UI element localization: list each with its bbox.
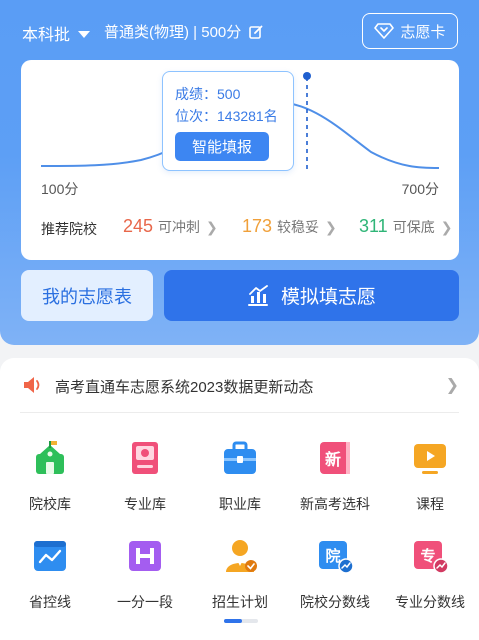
grid-item-major-score-line[interactable]: 专 专业分数线 xyxy=(382,538,478,618)
grid-item-course[interactable]: 课程 xyxy=(382,440,478,520)
grid-item-score-segment[interactable]: 一分一段 xyxy=(97,538,193,618)
grid-label: 院校库 xyxy=(29,496,71,512)
tooltip-score: 成绩：500 xyxy=(175,86,241,102)
grid-label: 院校分数线 xyxy=(300,594,370,610)
grid-label: 职业库 xyxy=(219,496,261,512)
recommend-reach[interactable]: 245 可冲刺 ❯ xyxy=(123,216,218,237)
grid-label: 课程 xyxy=(416,496,444,512)
volunteer-card-label: 志愿卡 xyxy=(400,23,446,41)
batch-label: 本科批 xyxy=(22,27,71,44)
admission-plan-icon xyxy=(226,540,257,572)
grid-label: 一分一段 xyxy=(117,594,173,610)
recommend-stable[interactable]: 173 较稳妥 ❯ xyxy=(242,216,337,237)
batch-dropdown[interactable]: 本科批 xyxy=(22,21,91,45)
grid-label: 省控线 xyxy=(29,594,71,610)
course-play-icon xyxy=(414,444,446,474)
stable-count: 173 xyxy=(242,216,273,236)
chevron-right-icon: ❯ xyxy=(440,219,453,235)
svg-text:院: 院 xyxy=(325,547,340,565)
briefcase-icon xyxy=(224,441,256,474)
chevron-right-icon: ❯ xyxy=(445,377,459,394)
profile-summary[interactable]: 普通类(物理) | 500分 xyxy=(104,21,263,42)
score-tooltip: 成绩：500 位次：143281名 智能填报 xyxy=(162,71,294,171)
province-line-chart-icon xyxy=(34,541,66,571)
x-axis-max-label: 700分 xyxy=(401,181,439,197)
grid-item-major[interactable]: 专业库 xyxy=(97,440,193,520)
major-book-icon xyxy=(132,442,158,474)
college-score-line-icon: 院 xyxy=(319,541,353,574)
recommend-label: 推荐院校 xyxy=(41,221,97,237)
reach-label: 可冲刺 xyxy=(158,219,201,235)
svg-text:新: 新 xyxy=(325,450,341,469)
chevron-right-icon: ❯ xyxy=(325,219,337,235)
grid-item-new-subject[interactable]: 新 新高考选科 xyxy=(287,440,383,520)
reach-count: 245 xyxy=(123,216,154,236)
grid-item-province-line[interactable]: 省控线 xyxy=(2,538,98,618)
x-axis-min-label: 100分 xyxy=(41,181,79,197)
page-indicator-active xyxy=(224,619,242,623)
grid-label: 专业库 xyxy=(124,496,166,512)
score-marker-dot xyxy=(303,72,311,80)
volunteer-card-button[interactable]: 志愿卡 xyxy=(362,13,458,49)
recommend-safe[interactable]: 311 可保底 ❯ xyxy=(359,216,452,237)
new-subject-icon: 新 xyxy=(320,442,350,474)
speaker-icon xyxy=(24,377,40,393)
tools-panel: 高考直通车志愿系统2023数据更新动态 ❯ 院校库 专业库 职业库 新 新高考选… xyxy=(0,358,479,640)
caret-down-icon xyxy=(78,30,91,38)
simulate-fill-button[interactable]: 模拟填志愿 xyxy=(164,270,459,321)
top-panel: 本科批 普通类(物理) | 500分 志愿卡 100分 700分 成绩：500 … xyxy=(0,0,479,345)
recommend-row: 推荐院校 245 可冲刺 ❯ 173 较稳妥 ❯ 311 可保底 ❯ xyxy=(21,216,459,240)
grid-item-career[interactable]: 职业库 xyxy=(192,440,288,520)
safe-label: 可保底 xyxy=(392,219,435,235)
svg-text:专: 专 xyxy=(420,547,435,565)
grid-label: 专业分数线 xyxy=(395,594,465,610)
chevron-right-icon: ❯ xyxy=(206,219,218,235)
school-icon xyxy=(36,441,64,474)
edit-icon[interactable] xyxy=(249,25,263,39)
notice-text: 高考直通车志愿系统2023数据更新动态 xyxy=(55,379,314,396)
diamond-icon xyxy=(374,23,395,39)
grid-label: 新高考选科 xyxy=(300,496,370,512)
notice-bar[interactable]: 高考直通车志愿系统2023数据更新动态 ❯ xyxy=(0,358,479,413)
grid-label: 招生计划 xyxy=(212,594,268,610)
profile-text: 普通类(物理) | 500分 xyxy=(104,24,242,41)
smart-fill-button[interactable]: 智能填报 xyxy=(175,132,269,161)
top-bar: 本科批 普通类(物理) | 500分 志愿卡 xyxy=(0,0,479,62)
major-score-line-icon: 专 xyxy=(414,541,448,574)
simulate-fill-label: 模拟填志愿 xyxy=(280,287,376,308)
grid-item-college-score-line[interactable]: 院 院校分数线 xyxy=(287,538,383,618)
divider xyxy=(20,412,459,413)
score-segment-icon xyxy=(129,541,161,571)
safe-count: 311 xyxy=(359,216,388,236)
grid-item-school[interactable]: 院校库 xyxy=(2,440,98,520)
stable-label: 较稳妥 xyxy=(277,219,320,235)
bar-chart-icon xyxy=(247,284,268,306)
my-volunteer-list-button[interactable]: 我的志愿表 xyxy=(21,270,153,321)
tooltip-rank: 位次：143281名 xyxy=(175,108,278,124)
page-indicator xyxy=(224,619,258,623)
score-distribution-card: 100分 700分 成绩：500 位次：143281名 智能填报 推荐院校 24… xyxy=(21,60,459,260)
grid-item-admission-plan[interactable]: 招生计划 xyxy=(192,538,288,618)
